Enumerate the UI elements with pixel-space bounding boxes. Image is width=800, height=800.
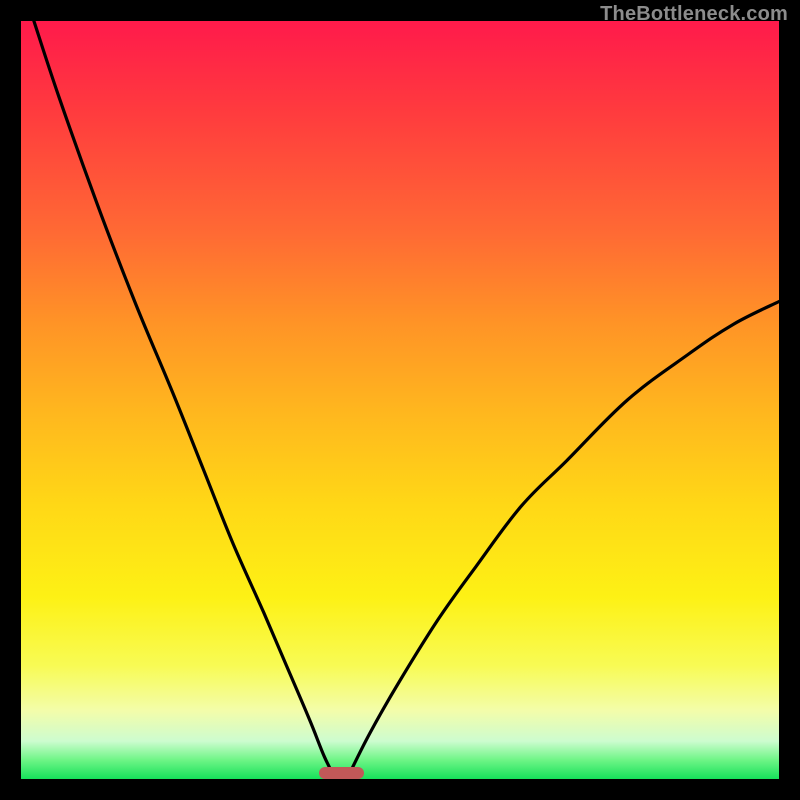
- curve-layer: [21, 21, 779, 779]
- curve-left-branch: [34, 21, 336, 779]
- curve-right-branch: [347, 302, 779, 780]
- plot-area: [21, 21, 779, 779]
- vertex-marker: [319, 767, 364, 779]
